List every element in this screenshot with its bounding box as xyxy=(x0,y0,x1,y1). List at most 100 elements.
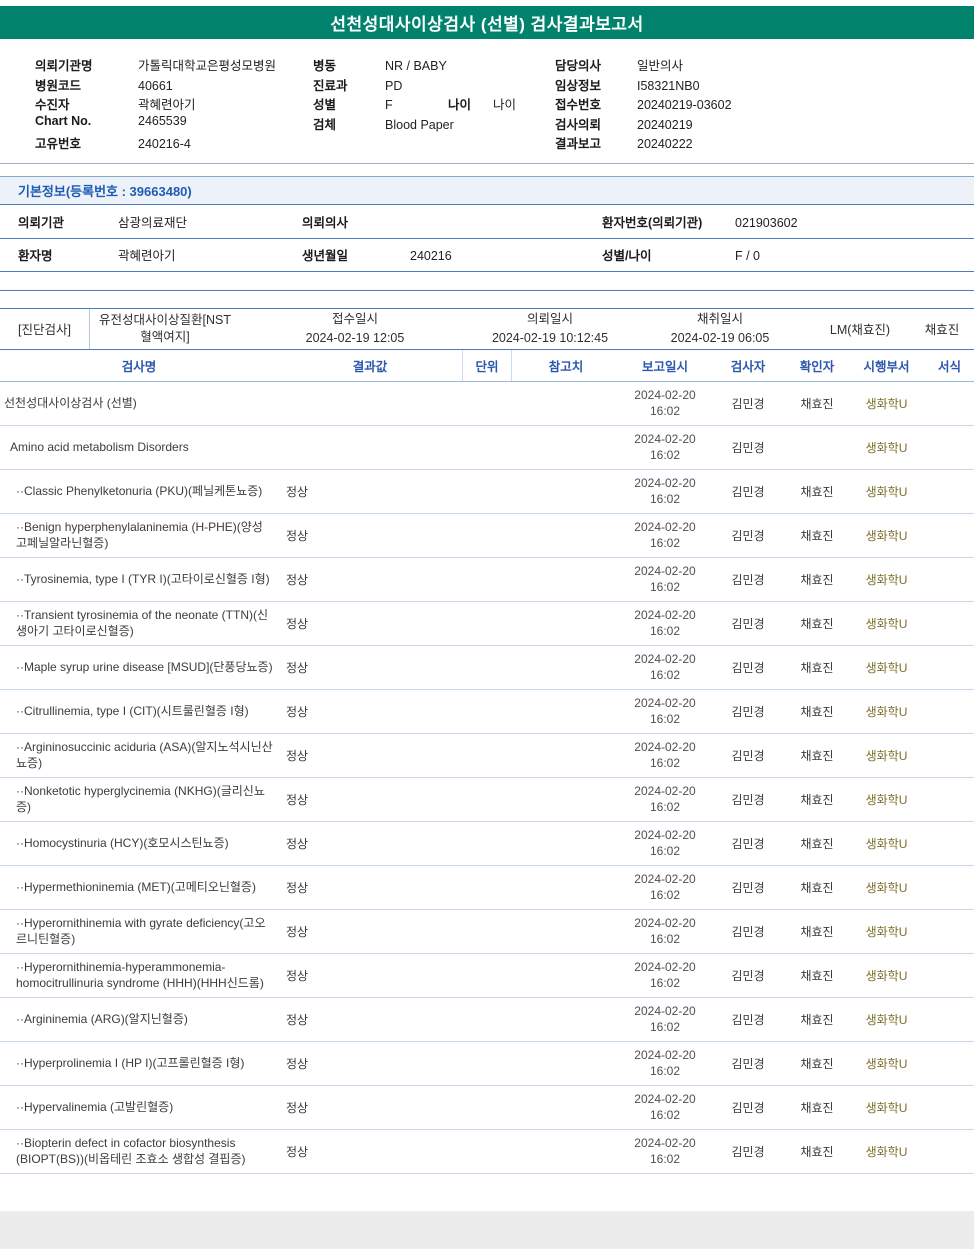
result-cell: 정상 xyxy=(286,660,309,675)
report-time: 16:02 xyxy=(649,536,681,550)
sex-age-value: F / 0 xyxy=(735,249,761,263)
table-row: ··Maple syrup urine disease [MSUD](단풍당뇨증… xyxy=(0,646,974,690)
patient-header: 의뢰기관명 가톨릭대학교은평성모병원 병원코드 40661 수진자 곽혜련아기 Chart … xyxy=(0,39,974,161)
table-row: ··Argininemia (ARG)(알지닌혈증) 정상 2024-02-20 16… xyxy=(0,998,974,1042)
table-row: Amino acid metabolism Disorders 2024-02-2… xyxy=(0,426,974,470)
result-cell: 정상 xyxy=(286,836,309,851)
tester-cell: 김민경 xyxy=(731,572,765,587)
footer-area xyxy=(0,1211,974,1249)
table-row: ··Argininosuccinic aciduria (ASA)(알지노석시닌… xyxy=(0,734,974,778)
test-name-cell: ··Argininemia (ARG)(알지닌혈증) xyxy=(16,1011,188,1026)
report-datetime-cell: 2024-02-20 16:02 xyxy=(620,915,710,947)
confirmer-cell: 채효진 xyxy=(800,704,834,719)
patient-header-row: 병원코드 40661 xyxy=(35,75,313,95)
report-time: 16:02 xyxy=(649,976,681,990)
collected-label: 채취일시 xyxy=(696,312,743,327)
confirmer-cell: 채효진 xyxy=(800,748,834,763)
test-name-cell: ··Homocystinuria (HCY)(호모시스틴뇨증) xyxy=(16,835,229,850)
table-row: 선천성대사이상검사 (선별) 2024-02-20 16:02 김민경 채효진 생화학U xyxy=(0,382,974,426)
report-date: 2024-02-20 xyxy=(634,1135,696,1150)
field-label: 검체 xyxy=(313,117,337,132)
report-time: 16:02 xyxy=(649,448,681,462)
patient-name-value: 곽혜련아기 xyxy=(118,249,176,263)
department-cell: 생화학U xyxy=(865,528,908,543)
patient-number-label: 환자번호(의뢰기관) xyxy=(602,215,703,230)
referrer-org-value: 삼광의료재단 xyxy=(118,215,188,230)
department-cell: 생화학U xyxy=(865,1012,908,1027)
field-value: Blood Paper xyxy=(385,117,454,132)
field-sex-age: 성별/나이 F / 0 xyxy=(602,245,974,264)
field-value: 가톨릭대학교은평성모병원 xyxy=(138,59,277,73)
col-header-reference: 참고치 xyxy=(548,359,584,374)
field-label: 의뢰기관명 xyxy=(35,59,93,73)
report-datetime-cell: 2024-02-20 16:02 xyxy=(620,475,710,507)
table-row: ··Classic Phenylketonuria (PKU)(페닐케톤뇨증) 정… xyxy=(0,470,974,514)
report-datetime-cell: 2024-02-20 16:02 xyxy=(620,695,710,727)
test-name-cell: ··Hypervalinemia (고발린혈증) xyxy=(16,1099,174,1114)
report-page: 선천성대사이상검사 (선별) 검사결과보고서 의뢰기관명 가톨릭대학교은평성모병원… xyxy=(0,6,974,1249)
department-cell: 생화학U xyxy=(865,396,908,411)
department-cell: 생화학U xyxy=(865,572,908,587)
field-value: 곽혜련아기 xyxy=(138,98,196,112)
table-row: ··Nonketotic hyperglycinemia (NKHG)(글리신뇨… xyxy=(0,778,974,822)
patient-header-row: 고유번호 240216-4 xyxy=(35,133,313,153)
col-header-report-datetime: 보고일시 xyxy=(641,359,688,374)
report-date: 2024-02-20 xyxy=(634,695,696,710)
field-label: 임상정보 xyxy=(555,78,602,93)
result-cell: 정상 xyxy=(286,704,309,719)
confirmer-cell: 채효진 xyxy=(800,1012,834,1027)
field-label: 수진자 xyxy=(35,98,70,112)
exam-test-name: 유전성대사이상질환[NST 혈액여지] xyxy=(99,312,231,344)
test-name-cell: ··Biopterin defect in cofactor biosynthe… xyxy=(16,1135,246,1166)
field-label: 고유번호 xyxy=(35,137,82,151)
patient-header-right: 담당의사 일반의사 임상정보 I58321NB0 접수번호 20240219-03602 검… xyxy=(555,55,974,153)
col-header-department: 시행부서 xyxy=(863,359,910,374)
tester-cell: 김민경 xyxy=(731,1144,765,1159)
test-name-cell: ··Hyperprolinemia I (HP I)(고프롤린혈증 I형) xyxy=(16,1055,245,1070)
report-date: 2024-02-20 xyxy=(634,1047,696,1062)
birth-date-value: 240216 xyxy=(410,249,452,263)
table-row: ··Hyperornithinemia-hyperammonemia-homoc… xyxy=(0,954,974,998)
report-date: 2024-02-20 xyxy=(634,959,696,974)
tester-cell: 김민경 xyxy=(731,880,765,895)
patient-header-middle: 병동 NR / BABY 진료과 PD 성별 F 나이 나이 검체 Blood Paper xyxy=(313,55,555,153)
confirmer-cell: 채효진 xyxy=(800,616,834,631)
confirmer-cell: 채효진 xyxy=(800,836,834,851)
report-datetime-cell: 2024-02-20 16:02 xyxy=(620,1091,710,1123)
table-row: ··Hyperornithinemia with gyrate deficien… xyxy=(0,910,974,954)
report-date: 2024-02-20 xyxy=(634,1091,696,1106)
field-referring-doctor: 의뢰의사 xyxy=(302,212,602,231)
report-time: 16:02 xyxy=(649,580,681,594)
department-cell: 생화학U xyxy=(865,968,908,983)
report-datetime-cell: 2024-02-20 16:02 xyxy=(620,519,710,551)
tester-cell: 김민경 xyxy=(731,396,765,411)
department-cell: 생화학U xyxy=(865,704,908,719)
department-cell: 생화학U xyxy=(865,836,908,851)
result-cell: 정상 xyxy=(286,748,309,763)
exam-received-block: 접수일시 2024-02-19 12:05 xyxy=(240,310,470,346)
test-name-cell: ··Classic Phenylketonuria (PKU)(페닐케톤뇨증) xyxy=(16,483,263,498)
referrer-org-label: 의뢰기관 xyxy=(18,215,65,230)
patient-header-row: 임상정보 I58321NB0 xyxy=(555,75,974,95)
col-header-unit: 단위 xyxy=(462,349,512,381)
confirmer-cell: 채효진 xyxy=(800,968,834,983)
report-datetime-cell: 2024-02-20 16:02 xyxy=(620,1003,710,1035)
patient-header-row: 성별 F 나이 나이 xyxy=(313,94,555,114)
tester-cell: 김민경 xyxy=(731,616,765,631)
report-date: 2024-02-20 xyxy=(634,871,696,886)
report-date: 2024-02-20 xyxy=(634,1003,696,1018)
table-row: ··Biopterin defect in cofactor biosynthe… xyxy=(0,1130,974,1174)
received-datetime: 2024-02-19 12:05 xyxy=(305,330,405,345)
patient-header-row: 검체 Blood Paper xyxy=(313,114,555,134)
confirmer-cell: 채효진 xyxy=(800,572,834,587)
confirmer-cell: 채효진 xyxy=(800,880,834,895)
patient-header-row: 수진자 곽혜련아기 xyxy=(35,94,313,114)
patient-header-row: 담당의사 일반의사 xyxy=(555,55,974,75)
table-row: ··Tyrosinemia, type I (TYR I)(고타이로신혈증 I형… xyxy=(0,558,974,602)
report-time: 16:02 xyxy=(649,404,681,418)
report-time: 16:02 xyxy=(649,624,681,638)
test-name-cell: ··Argininosuccinic aciduria (ASA)(알지노석시닌… xyxy=(16,739,273,770)
report-time: 16:02 xyxy=(649,844,681,858)
department-cell: 생화학U xyxy=(865,1056,908,1071)
